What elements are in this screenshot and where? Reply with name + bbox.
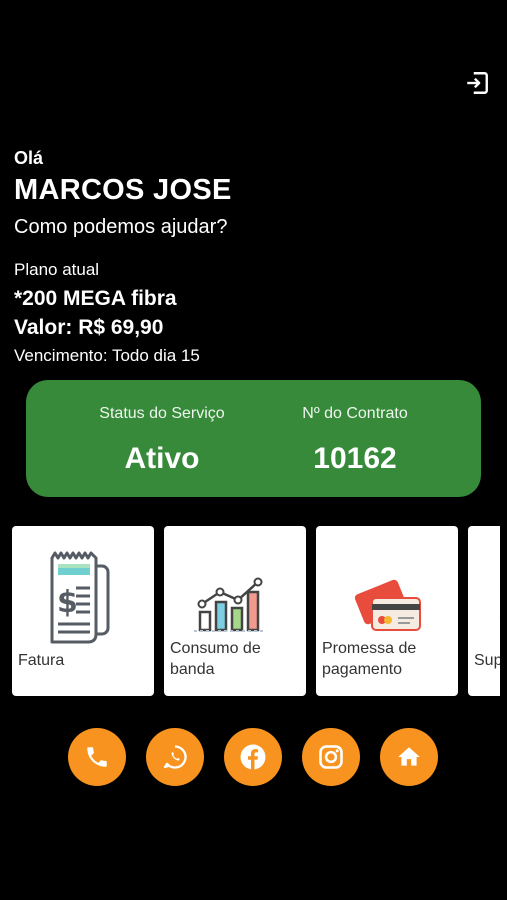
credit-card-icon	[354, 579, 421, 631]
tile-payment-promise-label: Promessa de pagamento	[322, 640, 417, 678]
bandwidth-chart-icon	[194, 577, 266, 632]
tile-invoice-label: Fatura	[18, 652, 65, 669]
instagram-icon	[319, 745, 343, 769]
home-icon	[398, 747, 420, 766]
contract-number-label: Nº do Contrato	[302, 405, 408, 422]
svg-text:$: $	[57, 585, 78, 620]
tile-invoice[interactable]: $ Fatura	[12, 526, 154, 696]
tile-support[interactable]: Sup	[468, 526, 500, 696]
service-status-label: Status do Serviço	[99, 405, 225, 422]
help-prompt: Como podemos ajudar?	[14, 216, 228, 238]
contract-number: Nº do Contrato 10162	[255, 380, 455, 477]
plan-name: *200 MEGA fibra	[14, 287, 177, 310]
facebook-icon	[240, 744, 266, 770]
tile-bandwidth-label: Consumo de banda	[170, 640, 261, 678]
invoice-icon: $	[50, 551, 110, 644]
user-name: MARCOS JOSE	[14, 174, 232, 206]
whatsapp-button[interactable]	[146, 728, 204, 786]
greeting: Olá MARCOS JOSE Como podemos ajudar?	[14, 147, 232, 239]
contact-bar	[68, 728, 440, 788]
greeting-hello: Olá	[14, 148, 44, 168]
plan-label: Plano atual	[14, 260, 100, 279]
plan-due-date: Vencimento: Todo dia 15	[14, 346, 200, 365]
current-plan: Plano atual *200 MEGA fibra Valor: R$ 69…	[14, 259, 200, 367]
home-screen: Olá MARCOS JOSE Como podemos ajudar? Pla…	[0, 0, 507, 900]
services-carousel[interactable]: $ Fatura Consumo de banda Promessa de pa…	[0, 526, 500, 696]
instagram-button[interactable]	[302, 728, 360, 786]
service-status: Status do Serviço Ativo	[62, 380, 262, 477]
logout-button[interactable]	[462, 68, 492, 98]
service-status-card: Status do Serviço Ativo Nº do Contrato 1…	[26, 380, 481, 497]
tile-payment-promise[interactable]: Promessa de pagamento	[316, 526, 458, 696]
facebook-button[interactable]	[224, 728, 282, 786]
phone-button[interactable]	[68, 728, 126, 786]
plan-price: Valor: R$ 69,90	[14, 316, 164, 339]
tile-support-label: Sup	[474, 652, 500, 669]
logout-icon	[467, 72, 488, 94]
tile-bandwidth[interactable]: Consumo de banda	[164, 526, 306, 696]
service-status-value: Ativo	[124, 442, 200, 475]
home-button[interactable]	[380, 728, 438, 786]
support-icon	[499, 586, 500, 618]
contract-number-value: 10162	[313, 442, 397, 475]
phone-icon	[87, 747, 107, 767]
whatsapp-icon	[163, 745, 187, 769]
